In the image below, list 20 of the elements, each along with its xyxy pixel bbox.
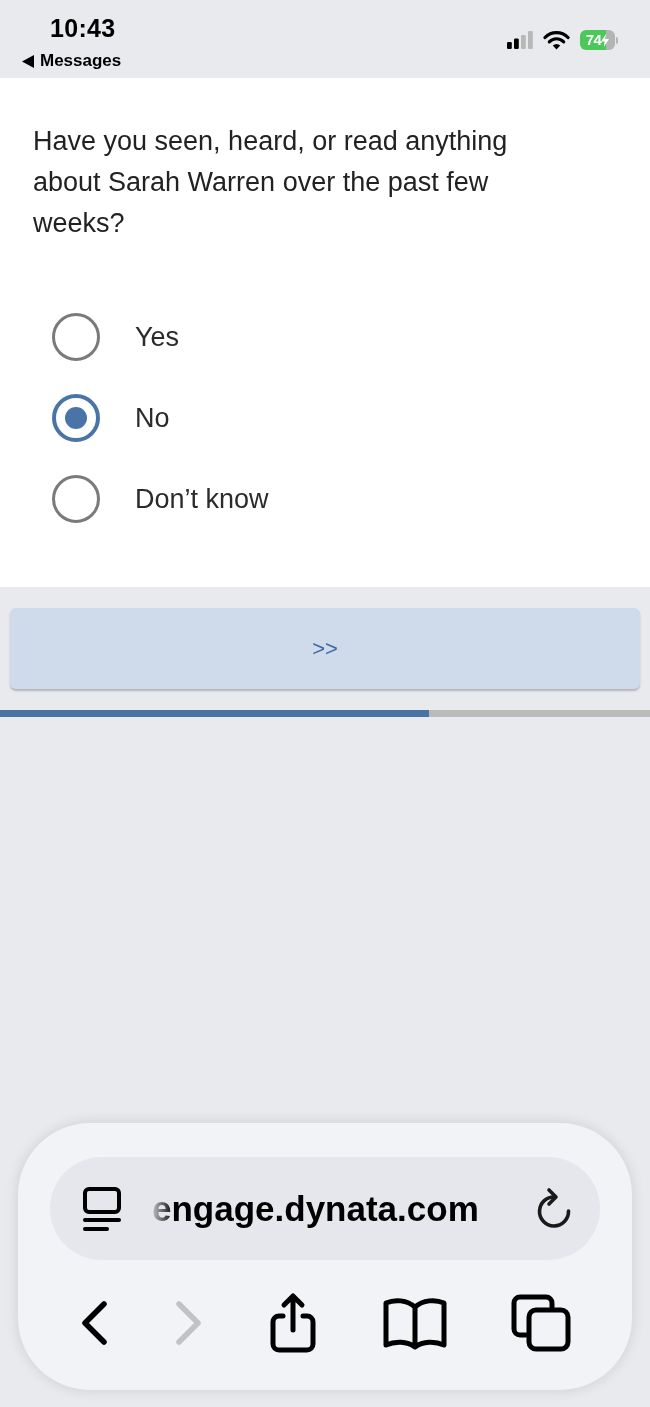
battery-percentage: 74	[585, 31, 602, 49]
option-label[interactable]: Yes	[135, 319, 180, 354]
radio-button[interactable]	[52, 312, 100, 361]
next-button[interactable]: >>	[10, 608, 640, 689]
address-bar[interactable]: engage.dynata.com	[50, 1157, 600, 1260]
radio-button[interactable]	[52, 474, 100, 523]
option-label[interactable]: No	[135, 400, 170, 435]
signal-icon	[507, 31, 533, 49]
book-icon[interactable]	[381, 1295, 448, 1351]
radio-button[interactable]	[52, 393, 100, 442]
back-to-app-link[interactable]: Messages	[40, 51, 122, 71]
question-text: Have you seen, heard, or read anything about Sarah Warren over the past few weeks?	[33, 125, 509, 240]
back-triangle-icon[interactable]	[22, 54, 34, 68]
wifi-icon	[543, 30, 570, 50]
option-label[interactable]: Don’t know	[135, 481, 269, 516]
url-text[interactable]: engage.dynata.com	[152, 1188, 534, 1229]
tabs-icon[interactable]	[510, 1293, 572, 1353]
status-time: 10:43	[50, 13, 117, 43]
page-menu-icon[interactable]	[82, 1185, 122, 1232]
charging-bolt-icon	[601, 33, 610, 47]
